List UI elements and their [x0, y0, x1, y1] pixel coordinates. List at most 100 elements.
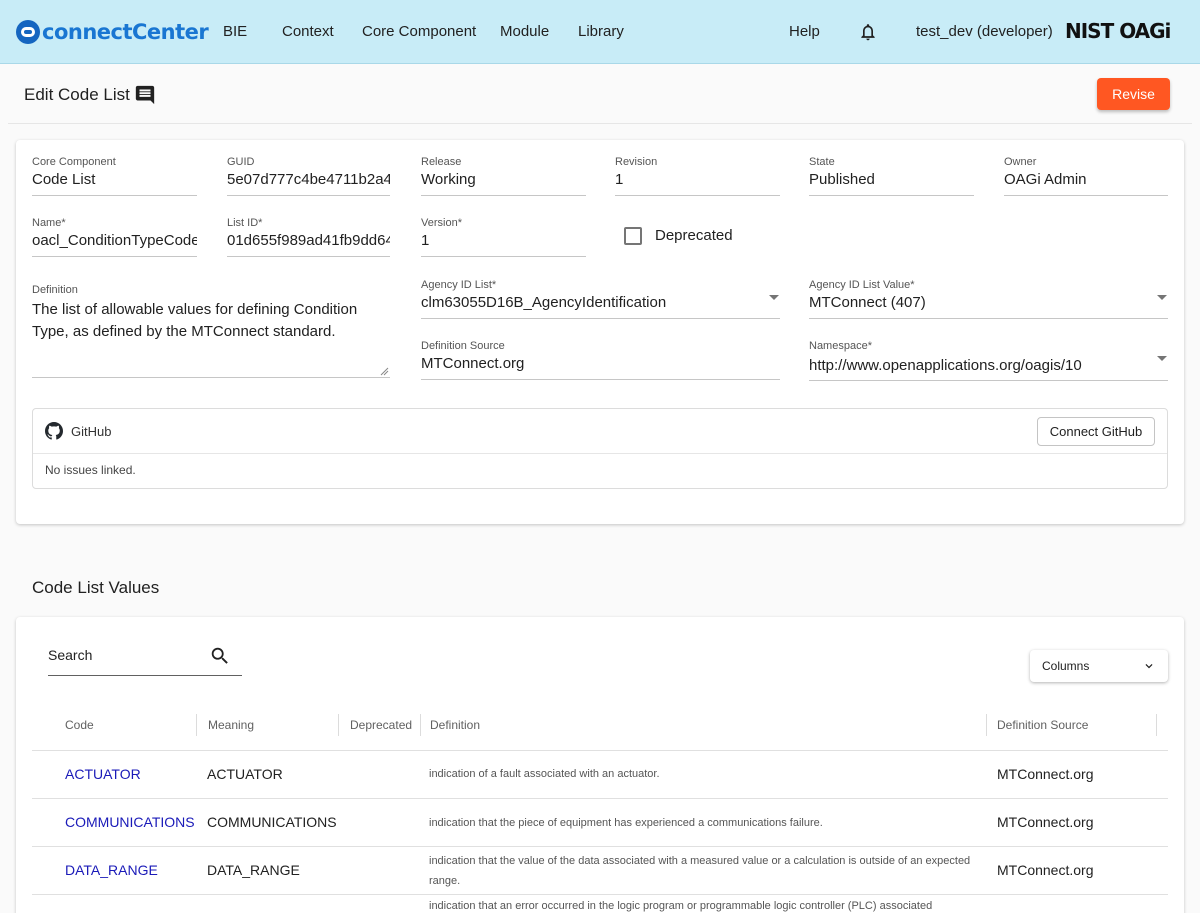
code-link[interactable]: DATA_RANGE [65, 862, 158, 878]
field-label: Agency ID List Value* [809, 279, 915, 291]
field-underline [421, 379, 780, 380]
nav-library[interactable]: Library [578, 23, 624, 40]
release-field: Release Working [421, 156, 586, 188]
table-row[interactable]: DATA_RANGE DATA_RANGE indication that th… [32, 847, 1168, 895]
logo-icon [16, 20, 40, 44]
search-input[interactable]: Search [48, 647, 92, 663]
field-underline [421, 195, 586, 196]
meaning-cell: ACTUATOR [207, 766, 283, 782]
deprecated-label: Deprecated [655, 227, 733, 244]
definition-field: Definition [32, 284, 390, 296]
definition-source-input[interactable]: MTConnect.org [421, 355, 780, 372]
field-label: GUID [227, 156, 255, 168]
field-label: State [809, 156, 835, 168]
dropdown-arrow-icon [769, 295, 779, 300]
field-value: Published [809, 171, 875, 188]
field-underline [615, 195, 780, 196]
field-underline [32, 256, 197, 257]
user-menu[interactable]: test_dev (developer) [916, 23, 1053, 40]
code-link[interactable]: COMMUNICATIONS [65, 814, 195, 830]
notifications-bell-icon[interactable] [858, 22, 878, 42]
field-underline [421, 256, 586, 257]
field-underline [421, 318, 780, 319]
select-value: clm63055D16B_AgencyIdentification [421, 294, 667, 311]
connect-center-logo[interactable]: connectCenter [16, 18, 209, 46]
comment-icon[interactable] [134, 84, 156, 106]
columns-label: Columns [1042, 659, 1090, 673]
logo-text: connectCenter [42, 20, 209, 44]
field-label: Name* [32, 217, 66, 229]
column-header-code[interactable]: Code [65, 718, 94, 732]
list-id-field[interactable]: List ID* 01d655f989ad41fb9dd640 [227, 217, 390, 249]
agency-id-list-select[interactable]: Agency ID List* clm63055D16B_AgencyIdent… [421, 279, 780, 311]
dropdown-arrow-icon [1157, 356, 1167, 361]
column-header-definition[interactable]: Definition [430, 718, 480, 732]
deprecated-checkbox[interactable] [624, 227, 642, 245]
column-separator[interactable] [1156, 714, 1157, 736]
column-separator[interactable] [986, 714, 987, 736]
definition-source-cell: MTConnect.org [997, 814, 1094, 830]
nav-context[interactable]: Context [282, 23, 334, 40]
column-separator[interactable] [196, 714, 197, 736]
connect-github-button[interactable]: Connect GitHub [1037, 417, 1155, 446]
search-icon[interactable] [209, 645, 231, 667]
guid-field: GUID 5e07d777c4be4711b2a47 [227, 156, 390, 188]
name-input[interactable]: oacl_ConditionTypeCode [32, 232, 197, 249]
revise-button[interactable]: Revise [1097, 78, 1170, 110]
field-underline [32, 195, 197, 196]
owner-field: Owner OAGi Admin [1004, 156, 1168, 188]
field-value: 5e07d777c4be4711b2a47 [227, 171, 390, 188]
definition-source-field[interactable]: Definition Source MTConnect.org [421, 340, 780, 372]
table-row[interactable]: ACTUATOR ACTUATOR indication of a fault … [32, 751, 1168, 799]
resize-handle-icon[interactable] [380, 367, 389, 376]
meaning-cell: COMMUNICATIONS [207, 814, 337, 830]
field-underline [809, 318, 1168, 319]
state-field: State Published [809, 156, 974, 188]
version-input[interactable]: 1 [421, 232, 586, 249]
nist-oagi-logo: NIST OAGi [1065, 19, 1171, 43]
field-value: 1 [615, 171, 624, 188]
code-link[interactable]: ACTUATOR [65, 766, 141, 782]
code-list-values-title: Code List Values [32, 578, 160, 597]
column-separator[interactable] [338, 714, 339, 736]
version-field[interactable]: Version* 1 [421, 217, 586, 249]
select-value: MTConnect (407) [809, 294, 926, 311]
search-underline [48, 675, 242, 676]
select-value: http://www.openapplications.org/oagis/10 [809, 357, 1082, 374]
table-row[interactable]: COMMUNICATIONS COMMUNICATIONS indication… [32, 799, 1168, 847]
field-value: Code List [32, 171, 96, 188]
field-label: Owner [1004, 156, 1037, 168]
field-label: Version* [421, 217, 462, 229]
field-label: Core Component [32, 156, 116, 168]
top-app-bar: connectCenter BIE Context Core Component… [0, 0, 1200, 64]
field-underline [809, 195, 974, 196]
field-underline [227, 256, 390, 257]
list-id-input[interactable]: 01d655f989ad41fb9dd640 [227, 232, 390, 249]
field-label: Release [421, 156, 462, 168]
field-label: Namespace* [809, 340, 872, 352]
no-issues-text: No issues linked. [45, 463, 136, 477]
definition-source-cell: MTConnect.org [997, 766, 1094, 782]
nav-help[interactable]: Help [789, 23, 820, 40]
name-field[interactable]: Name* oacl_ConditionTypeCode [32, 217, 197, 249]
namespace-select[interactable]: Namespace* http://www.openapplications.o… [809, 340, 1168, 374]
column-header-meaning[interactable]: Meaning [208, 718, 254, 732]
table-header: Code Meaning Deprecated Definition Defin… [32, 700, 1168, 751]
definition-cell: indication of a fault associated with an… [429, 768, 660, 780]
nav-bie[interactable]: BIE [223, 23, 247, 40]
dropdown-arrow-icon [1157, 295, 1167, 300]
field-label: Revision [615, 156, 658, 168]
definition-textarea[interactable]: The list of allowable values for definin… [32, 299, 382, 343]
field-underline [1004, 195, 1168, 196]
nav-module[interactable]: Module [500, 23, 549, 40]
column-separator[interactable] [420, 714, 421, 736]
agency-id-list-value-select[interactable]: Agency ID List Value* MTConnect (407) [809, 279, 1168, 311]
column-header-definition-source[interactable]: Definition Source [997, 718, 1088, 732]
definition-cell: indication that the piece of equipment h… [429, 817, 823, 829]
nav-core-component[interactable]: Core Component [362, 23, 476, 40]
column-header-deprecated[interactable]: Deprecated [350, 718, 412, 732]
columns-dropdown[interactable]: Columns [1030, 650, 1168, 682]
field-label: List ID* [227, 217, 263, 229]
github-label: GitHub [71, 424, 112, 439]
table-row[interactable]: indication that an error occurred in the… [32, 895, 1168, 913]
